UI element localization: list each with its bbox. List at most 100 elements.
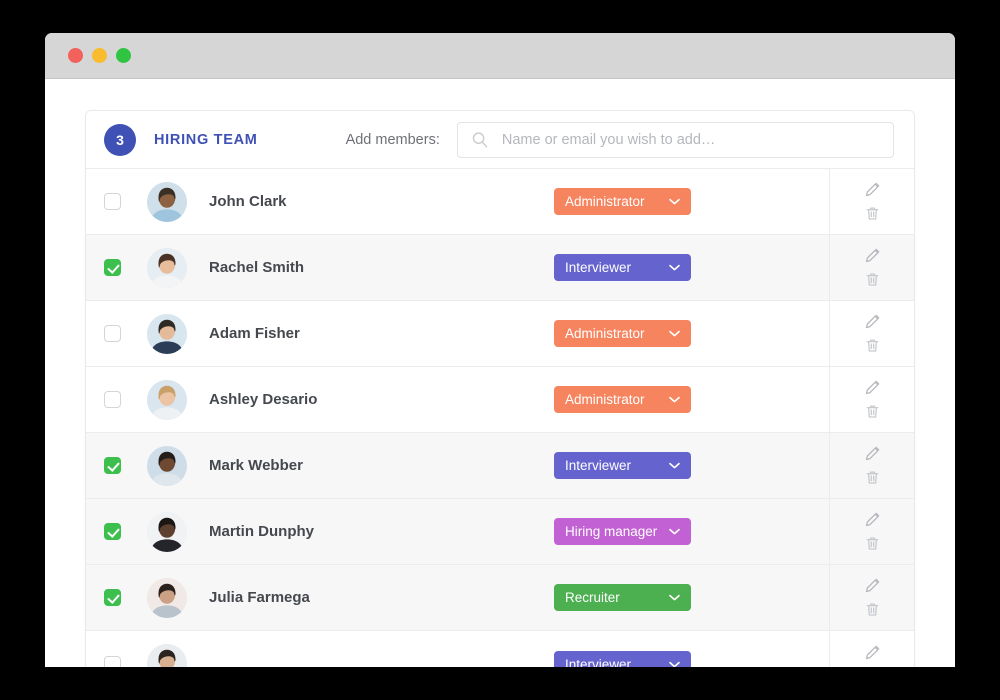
row-actions [829,235,914,300]
search-input[interactable] [501,131,881,148]
table-row[interactable]: Mark Webber Interviewer [86,433,914,499]
role-dropdown[interactable]: Hiring manager [554,518,691,545]
pencil-icon[interactable] [864,247,881,264]
role-dropdown[interactable]: Interviewer [554,452,691,479]
row-checkbox[interactable] [104,193,121,210]
avatar [147,577,187,618]
avatar [147,181,187,222]
member-name: Mark Webber [209,457,303,474]
member-name: John Clark [209,193,287,210]
row-actions [829,631,914,667]
avatar [147,644,187,667]
page-viewport: 3 HIRING TEAM Add members: John Clar [45,79,955,667]
edit-button[interactable] [864,644,881,661]
delete-button[interactable] [864,601,881,618]
row-checkbox[interactable] [104,325,121,342]
minimize-button[interactable] [92,48,107,63]
pencil-icon[interactable] [864,577,881,594]
table-row[interactable]: Julia Farmega Recruiter [86,565,914,631]
edit-button[interactable] [864,511,881,528]
member-name: Ashley Desario [209,391,318,408]
row-actions [829,301,914,366]
delete-button[interactable] [864,469,881,486]
role-dropdown[interactable]: Recruiter [554,584,691,611]
trash-icon[interactable] [864,535,881,552]
pencil-icon[interactable] [864,445,881,462]
trash-icon[interactable] [864,403,881,420]
role-label: Interviewer [565,260,632,275]
trash-icon[interactable] [864,601,881,618]
card-header: 3 HIRING TEAM Add members: [86,111,914,169]
row-checkbox[interactable] [104,655,121,667]
window-titlebar [45,33,955,79]
close-button[interactable] [68,48,83,63]
hiring-team-card: 3 HIRING TEAM Add members: John Clar [85,110,915,667]
pencil-icon[interactable] [864,181,881,198]
trash-icon[interactable] [864,271,881,288]
table-row[interactable]: John Clark Administrator [86,169,914,235]
table-row[interactable]: Adam Fisher Administrator [86,301,914,367]
member-list: John Clark Administrator Rachel Smith Inter… [86,169,914,667]
role-cell: Interviewer [554,650,829,667]
edit-button[interactable] [864,313,881,330]
row-checkbox[interactable] [104,589,121,606]
edit-button[interactable] [864,577,881,594]
role-cell: Administrator [554,188,829,215]
trash-icon[interactable] [864,205,881,222]
pencil-icon[interactable] [864,379,881,396]
member-name: Julia Farmega [209,589,310,606]
avatar [147,313,187,354]
trash-icon[interactable] [864,469,881,486]
pencil-icon[interactable] [864,313,881,330]
pencil-icon[interactable] [864,644,881,661]
role-dropdown[interactable]: Interviewer [554,254,691,281]
role-cell: Hiring manager [554,518,829,545]
role-dropdown[interactable]: Administrator [554,320,691,347]
delete-button[interactable] [864,205,881,222]
role-label: Administrator [565,392,645,407]
edit-button[interactable] [864,247,881,264]
role-cell: Administrator [554,386,829,413]
row-actions [829,499,914,564]
role-label: Interviewer [565,458,632,473]
role-dropdown[interactable]: Interviewer [554,650,691,667]
role-dropdown[interactable]: Administrator [554,188,691,215]
delete-button[interactable] [864,403,881,420]
role-label: Recruiter [565,590,620,605]
edit-button[interactable] [864,445,881,462]
add-member-search[interactable] [456,121,894,158]
role-label: Hiring manager [565,524,658,539]
row-checkbox[interactable] [104,259,121,276]
delete-button[interactable] [864,337,881,354]
member-name: Adam Fisher [209,325,300,342]
row-actions [829,565,914,630]
row-checkbox[interactable] [104,523,121,540]
member-name: Martin Dunphy [209,523,314,540]
screenshot-stage: 3 HIRING TEAM Add members: John Clar [0,0,1000,700]
avatar [147,511,187,552]
pencil-icon[interactable] [864,511,881,528]
browser-window: 3 HIRING TEAM Add members: John Clar [45,33,955,667]
delete-button[interactable] [864,535,881,552]
edit-button[interactable] [864,379,881,396]
role-label: Administrator [565,326,645,341]
table-row[interactable]: Ashley Desario Administrator [86,367,914,433]
role-dropdown[interactable]: Administrator [554,386,691,413]
delete-button[interactable] [864,271,881,288]
role-label: Administrator [565,194,645,209]
trash-icon[interactable] [864,337,881,354]
search-icon [470,130,490,150]
maximize-button[interactable] [116,48,131,63]
role-cell: Interviewer [554,452,829,479]
add-members-label: Add members: [345,131,440,148]
table-row[interactable]: Rachel Smith Interviewer [86,235,914,301]
member-name: Rachel Smith [209,259,305,276]
row-checkbox[interactable] [104,391,121,408]
table-row[interactable]: Interviewer [86,631,914,667]
page-title: HIRING TEAM [154,131,258,148]
edit-button[interactable] [864,181,881,198]
row-checkbox[interactable] [104,457,121,474]
table-row[interactable]: Martin Dunphy Hiring manager [86,499,914,565]
row-actions [829,169,914,234]
row-actions [829,367,914,432]
